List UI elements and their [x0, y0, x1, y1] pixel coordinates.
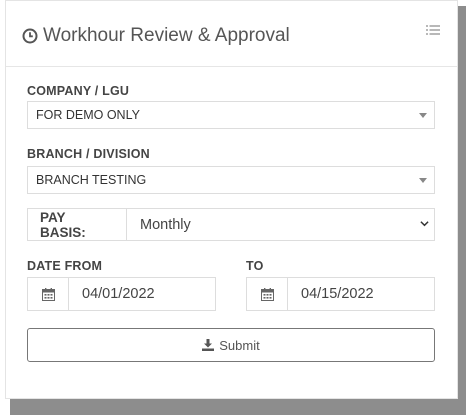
workhour-review-panel: Workhour Review & Approval COMPANY / LGU…	[5, 0, 458, 399]
panel-header: Workhour Review & Approval	[6, 1, 457, 67]
date-from-label: DATE FROM	[27, 259, 103, 273]
date-to-group: 04/15/2022	[246, 277, 435, 311]
date-to-value: 04/15/2022	[301, 286, 374, 302]
pay-basis-addon: PAY BASIS:	[28, 209, 127, 240]
panel-title: Workhour Review & Approval	[22, 25, 290, 47]
branch-label: BRANCH / DIVISION	[27, 147, 150, 161]
date-to-input[interactable]: 04/15/2022	[288, 278, 434, 310]
caret-down-icon	[419, 178, 427, 183]
pay-basis-value: Monthly	[140, 216, 191, 233]
download-icon	[202, 339, 215, 351]
caret-down-icon	[419, 113, 427, 118]
page-shadow-bottom	[10, 399, 466, 415]
page-shadow-right	[458, 6, 466, 415]
company-select-value: FOR DEMO ONLY	[36, 108, 140, 122]
pay-basis-label: PAY BASIS:	[40, 209, 86, 240]
panel-title-text: Workhour Review & Approval	[43, 25, 290, 46]
submit-label: Submit	[219, 337, 260, 353]
list-icon[interactable]	[426, 24, 440, 36]
branch-select[interactable]: BRANCH TESTING	[27, 166, 435, 194]
date-from-group: 04/01/2022	[27, 277, 216, 311]
company-select[interactable]: FOR DEMO ONLY	[27, 101, 435, 129]
date-to-label: TO	[246, 259, 264, 273]
calendar-icon	[260, 287, 274, 301]
pay-basis-group: PAY BASIS: Monthly	[27, 208, 435, 241]
clock-icon	[22, 28, 38, 44]
date-to-addon[interactable]	[247, 278, 288, 310]
submit-button[interactable]: Submit	[27, 328, 435, 362]
pay-basis-select[interactable]: Monthly	[127, 209, 434, 240]
branch-select-value: BRANCH TESTING	[36, 173, 147, 187]
calendar-icon	[41, 287, 55, 301]
date-from-value: 04/01/2022	[82, 286, 155, 302]
date-from-input[interactable]: 04/01/2022	[69, 278, 215, 310]
chevron-down-icon	[420, 221, 429, 227]
date-from-addon[interactable]	[28, 278, 69, 310]
company-label: COMPANY / LGU	[27, 84, 130, 98]
